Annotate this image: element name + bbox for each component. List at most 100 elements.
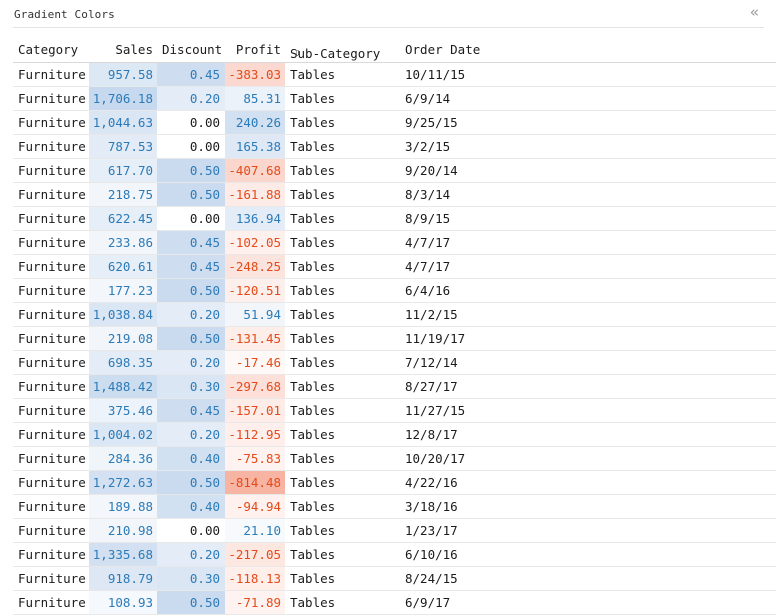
cell-order-date: 8/9/15 (405, 211, 451, 226)
cell-discount: 0.50 (157, 591, 225, 614)
cell-category: Furniture (18, 211, 86, 226)
cell-sales: 375.46 (89, 399, 157, 422)
cell-discount: 0.50 (157, 159, 225, 182)
cell-order-date: 9/25/15 (405, 115, 458, 130)
cell-category: Furniture (18, 379, 86, 394)
table-row[interactable]: Furniture 233.86 0.45 -102.05 Tables 4/7/17 (13, 231, 776, 255)
cell-discount: 0.20 (157, 303, 225, 326)
table-row[interactable]: Furniture 622.45 0.00 136.94 Tables 8/9/15 (13, 207, 776, 231)
cell-discount: 0.00 (157, 135, 225, 158)
table-row[interactable]: Furniture 617.70 0.50 -407.68 Tables 9/20/14 (13, 159, 776, 183)
cell-sales: 957.58 (89, 63, 157, 86)
table-row[interactable]: Furniture 1,038.84 0.20 51.94 Tables 11/2/15 (13, 303, 776, 327)
table-row[interactable]: Furniture 1,706.18 0.20 85.31 Tables 6/9/14 (13, 87, 776, 111)
cell-profit: -71.89 (225, 591, 285, 614)
table-row[interactable]: Furniture 218.75 0.50 -161.88 Tables 8/3/14 (13, 183, 776, 207)
column-header-profit[interactable]: Profit (225, 42, 281, 57)
cell-sub-category: Tables (290, 259, 336, 274)
cell-category: Furniture (18, 427, 86, 442)
table-row[interactable]: Furniture 177.23 0.50 -120.51 Tables 6/4/16 (13, 279, 776, 303)
cell-sub-category: Tables (290, 283, 336, 298)
cell-sub-category: Tables (290, 355, 336, 370)
cell-sub-category: Tables (290, 499, 336, 514)
cell-discount: 0.20 (157, 423, 225, 446)
table-row[interactable]: Furniture 284.36 0.40 -75.83 Tables 10/20/17 (13, 447, 776, 471)
cell-sales: 1,038.84 (89, 303, 157, 326)
cell-sub-category: Tables (290, 163, 336, 178)
cell-order-date: 7/12/14 (405, 355, 458, 370)
cell-category: Furniture (18, 187, 86, 202)
cell-sales: 918.79 (89, 567, 157, 590)
cell-profit: -248.25 (225, 255, 285, 278)
cell-discount: 0.00 (157, 207, 225, 230)
table-row[interactable]: Furniture 1,272.63 0.50 -814.48 Tables 4/22/1… (13, 471, 776, 495)
cell-sales: 189.88 (89, 495, 157, 518)
cell-profit: -383.03 (225, 63, 285, 86)
cell-profit: -118.13 (225, 567, 285, 590)
cell-sub-category: Tables (290, 379, 336, 394)
cell-category: Furniture (18, 67, 86, 82)
cell-sub-category: Tables (290, 139, 336, 154)
panel-header: Gradient Colors « (13, 0, 764, 28)
sort-descending-icon[interactable]: ⇩ (294, 46, 301, 59)
cell-discount: 0.45 (157, 399, 225, 422)
cell-order-date: 8/3/14 (405, 187, 451, 202)
cell-sales: 210.98 (89, 519, 157, 542)
cell-order-date: 8/27/17 (405, 379, 458, 394)
table-row[interactable]: Furniture 918.79 0.30 -118.13 Tables 8/24/15 (13, 567, 776, 591)
table-row[interactable]: Furniture 1,004.02 0.20 -112.95 Tables 12/8/1… (13, 423, 776, 447)
cell-sub-category: Tables (290, 595, 336, 610)
cell-order-date: 6/10/16 (405, 547, 458, 562)
column-header-sub-category-label: Sub-Category (290, 46, 381, 61)
column-header-order-date[interactable]: Order Date (405, 42, 480, 57)
table-row[interactable]: Furniture 1,044.63 0.00 240.26 Tables 9/25/15 (13, 111, 776, 135)
column-header-sales[interactable]: Sales (89, 42, 153, 57)
cell-sub-category: Tables (290, 571, 336, 586)
cell-sub-category: Tables (290, 451, 336, 466)
cell-category: Furniture (18, 595, 86, 610)
table-row[interactable]: Furniture 957.58 0.45 -383.03 Tables 10/11/15 (13, 63, 776, 87)
cell-sales: 233.86 (89, 231, 157, 254)
table-row[interactable]: Furniture 787.53 0.00 165.38 Tables 3/2/15 (13, 135, 776, 159)
column-header-category[interactable]: Category (18, 42, 78, 57)
cell-category: Furniture (18, 403, 86, 418)
cell-discount: 0.40 (157, 447, 225, 470)
cell-order-date: 6/9/14 (405, 91, 451, 106)
table-body: Furniture 957.58 0.45 -383.03 Tables 10/11/15… (13, 63, 776, 615)
table-row[interactable]: Furniture 108.93 0.50 -71.89 Tables 6/9/17 (13, 591, 776, 615)
cell-sub-category: Tables (290, 547, 336, 562)
table-row[interactable]: Furniture 375.46 0.45 -157.01 Tables 11/27/15 (13, 399, 776, 423)
cell-sales: 1,488.42 (89, 375, 157, 398)
table-row[interactable]: Furniture 189.88 0.40 -94.94 Tables 3/18/16 (13, 495, 776, 519)
cell-discount: 0.00 (157, 519, 225, 542)
cell-category: Furniture (18, 451, 86, 466)
table-row[interactable]: Furniture 1,488.42 0.30 -297.68 Tables 8/27/1… (13, 375, 776, 399)
cell-sub-category: Tables (290, 331, 336, 346)
table-row[interactable]: Furniture 210.98 0.00 21.10 Tables 1/23/17 (13, 519, 776, 543)
cell-sub-category: Tables (290, 115, 336, 130)
cell-discount: 0.40 (157, 495, 225, 518)
cell-profit: 21.10 (225, 519, 285, 542)
cell-discount: 0.00 (157, 111, 225, 134)
cell-discount: 0.20 (157, 543, 225, 566)
cell-category: Furniture (18, 163, 86, 178)
cell-order-date: 6/4/16 (405, 283, 451, 298)
cell-category: Furniture (18, 331, 86, 346)
cell-order-date: 4/22/16 (405, 475, 458, 490)
cell-sub-category: Tables (290, 91, 336, 106)
table-row[interactable]: Furniture 1,335.68 0.20 -217.05 Tables 6/10/1… (13, 543, 776, 567)
cell-discount: 0.30 (157, 375, 225, 398)
cell-sales: 787.53 (89, 135, 157, 158)
cell-profit: 165.38 (225, 135, 285, 158)
table-row[interactable]: Furniture 698.35 0.20 -17.46 Tables 7/12/14 (13, 351, 776, 375)
cell-sub-category: Tables (290, 211, 336, 226)
cell-profit: -17.46 (225, 351, 285, 374)
column-header-discount[interactable]: Discount (162, 42, 222, 57)
table-row[interactable]: Furniture 219.08 0.50 -131.45 Tables 11/19/17 (13, 327, 776, 351)
cell-discount: 0.45 (157, 255, 225, 278)
collapse-panel-icon[interactable]: « (750, 4, 764, 20)
table-row[interactable]: Furniture 620.61 0.45 -248.25 Tables 4/7/17 (13, 255, 776, 279)
cell-order-date: 11/27/15 (405, 403, 466, 418)
cell-sales: 620.61 (89, 255, 157, 278)
cell-sub-category: Tables (290, 67, 336, 82)
